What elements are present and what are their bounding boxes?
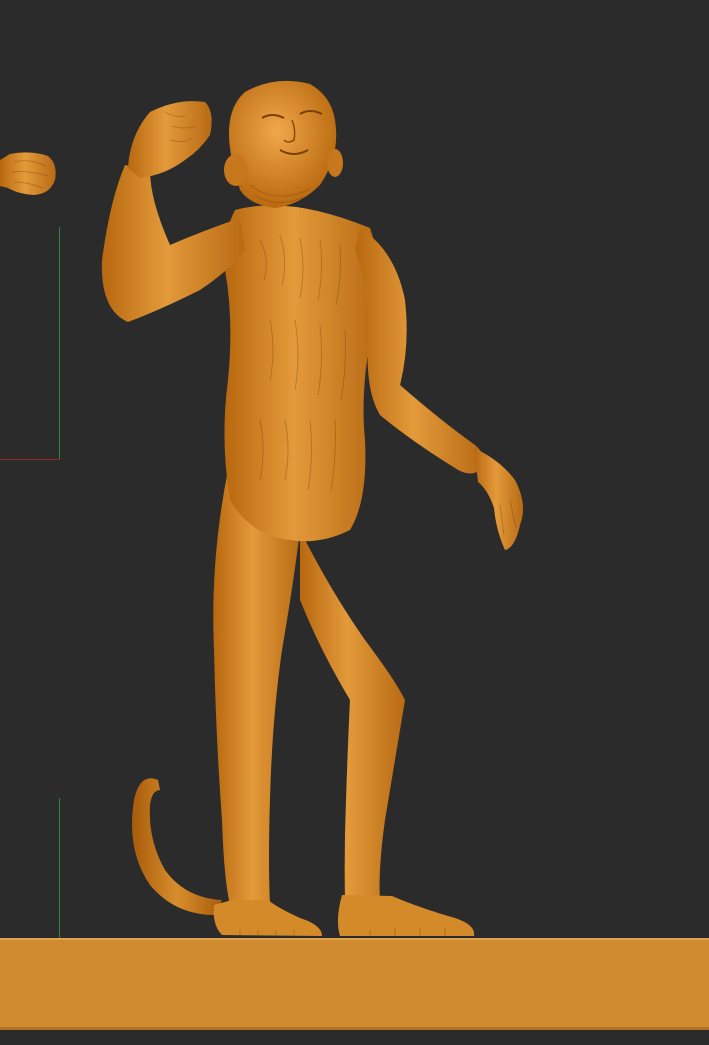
monkey-tail bbox=[132, 778, 222, 915]
offscreen-fist[interactable] bbox=[0, 152, 56, 195]
monkey-lowered-arm bbox=[355, 228, 524, 550]
sculpt-viewport[interactable] bbox=[0, 0, 709, 1045]
model-render[interactable] bbox=[0, 0, 709, 1045]
monkey-right-leg bbox=[300, 530, 475, 936]
viewport-bottom-edge bbox=[0, 1030, 709, 1045]
monkey-raised-arm bbox=[101, 101, 245, 322]
base-floor-slab[interactable] bbox=[0, 938, 709, 1030]
monkey-head bbox=[224, 80, 343, 208]
monkey-torso bbox=[224, 205, 379, 542]
